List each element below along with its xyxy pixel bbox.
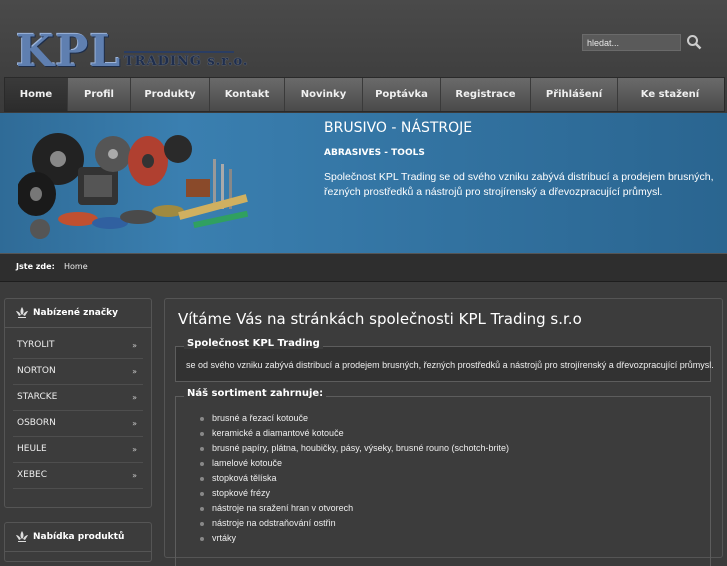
nav-registrace[interactable]: Registrace	[441, 78, 531, 111]
brands-panel: Nabízené značky TYROLIT» NORTON» STARCKE…	[4, 298, 152, 508]
fleur-de-lis-icon	[16, 531, 28, 542]
range-list: brusné a řezací kotouče keramické a diam…	[198, 411, 509, 546]
breadcrumb: Jste zde: Home	[0, 253, 727, 282]
logo-trading: TRADING s.r.o.	[124, 54, 249, 69]
brands-panel-title: Nabízené značky	[33, 308, 119, 318]
main-content: Vítáme Vás na stránkách společnosti KPL …	[164, 298, 723, 566]
brands-list: TYROLIT» NORTON» STARCKE» OSBORN» HEULE»…	[13, 333, 143, 489]
range-legend: Náš sortiment zahrnuje:	[184, 388, 327, 399]
list-item: lamelové kotouče	[198, 456, 509, 471]
list-item: nástroje na odstraňování ostřin	[198, 516, 509, 531]
brand-item-xebec[interactable]: XEBEC»	[13, 463, 143, 489]
search-input[interactable]	[582, 34, 681, 51]
range-fieldset: Náš sortiment zahrnuje: brusné a řezací …	[175, 388, 711, 566]
nav-ke-stazeni[interactable]: Ke stažení	[618, 78, 722, 111]
double-arrow-icon: »	[132, 445, 137, 454]
brand-item-heule[interactable]: HEULE»	[13, 437, 143, 463]
double-arrow-icon: »	[132, 419, 137, 428]
brand-item-tyrolit[interactable]: TYROLIT»	[13, 333, 143, 359]
double-arrow-icon: »	[132, 367, 137, 376]
brand-item-norton[interactable]: NORTON»	[13, 359, 143, 385]
products-panel: Nabídka produktů	[4, 522, 152, 562]
company-legend: Společnost KPL Trading	[184, 338, 323, 349]
list-item: brusné a řezací kotouče	[198, 411, 509, 426]
list-item: brusné papíry, plátna, houbičky, pásy, v…	[198, 441, 509, 456]
double-arrow-icon: »	[132, 341, 137, 350]
company-fieldset: Společnost KPL Trading se od svého vznik…	[175, 338, 714, 382]
double-arrow-icon: »	[132, 393, 137, 402]
nav-novinky[interactable]: Novinky	[285, 78, 363, 111]
banner: BRUSIVO - NÁSTROJE ABRASIVES - TOOLS Spo…	[0, 113, 727, 253]
logo-kpl: KPL	[16, 26, 122, 77]
breadcrumb-home-link[interactable]: Home	[64, 262, 88, 271]
main-nav: Home Profil Produkty Kontakt Novinky Pop…	[4, 77, 725, 112]
banner-title: BRUSIVO - NÁSTROJE	[324, 120, 473, 136]
products-panel-title: Nabídka produktů	[33, 532, 125, 542]
brands-panel-header: Nabízené značky	[5, 299, 151, 328]
products-panel-header: Nabídka produktů	[5, 523, 151, 552]
nav-home[interactable]: Home	[5, 78, 68, 111]
list-item: stopková tělíska	[198, 471, 509, 486]
nav-kontakt[interactable]: Kontakt	[210, 78, 285, 111]
nav-poptavka[interactable]: Poptávka	[363, 78, 441, 111]
nav-produkty[interactable]: Produkty	[131, 78, 210, 111]
search-icon[interactable]	[686, 34, 702, 50]
page-title: Vítáme Vás na stránkách společnosti KPL …	[178, 310, 582, 328]
abrasive-tools-image	[18, 133, 249, 239]
breadcrumb-label: Jste zde:	[16, 262, 55, 271]
fleur-de-lis-icon	[16, 307, 28, 318]
double-arrow-icon: »	[132, 471, 137, 480]
list-item: stopkové frézy	[198, 486, 509, 501]
company-text: se od svého vzniku zabývá distribucí a p…	[186, 360, 714, 370]
banner-subtitle: ABRASIVES - TOOLS	[324, 148, 425, 158]
nav-profil[interactable]: Profil	[68, 78, 131, 111]
list-item: vrtáky	[198, 531, 509, 546]
brand-item-starcke[interactable]: STARCKE»	[13, 385, 143, 411]
list-item: keramické a diamantové kotouče	[198, 426, 509, 441]
nav-prihlaseni[interactable]: Přihlášení	[531, 78, 618, 111]
logo-underline	[124, 51, 234, 53]
banner-text: Společnost KPL Trading se od svého vznik…	[324, 171, 714, 198]
brand-item-osborn[interactable]: OSBORN»	[13, 411, 143, 437]
list-item: nástroje na sražení hran v otvorech	[198, 501, 509, 516]
